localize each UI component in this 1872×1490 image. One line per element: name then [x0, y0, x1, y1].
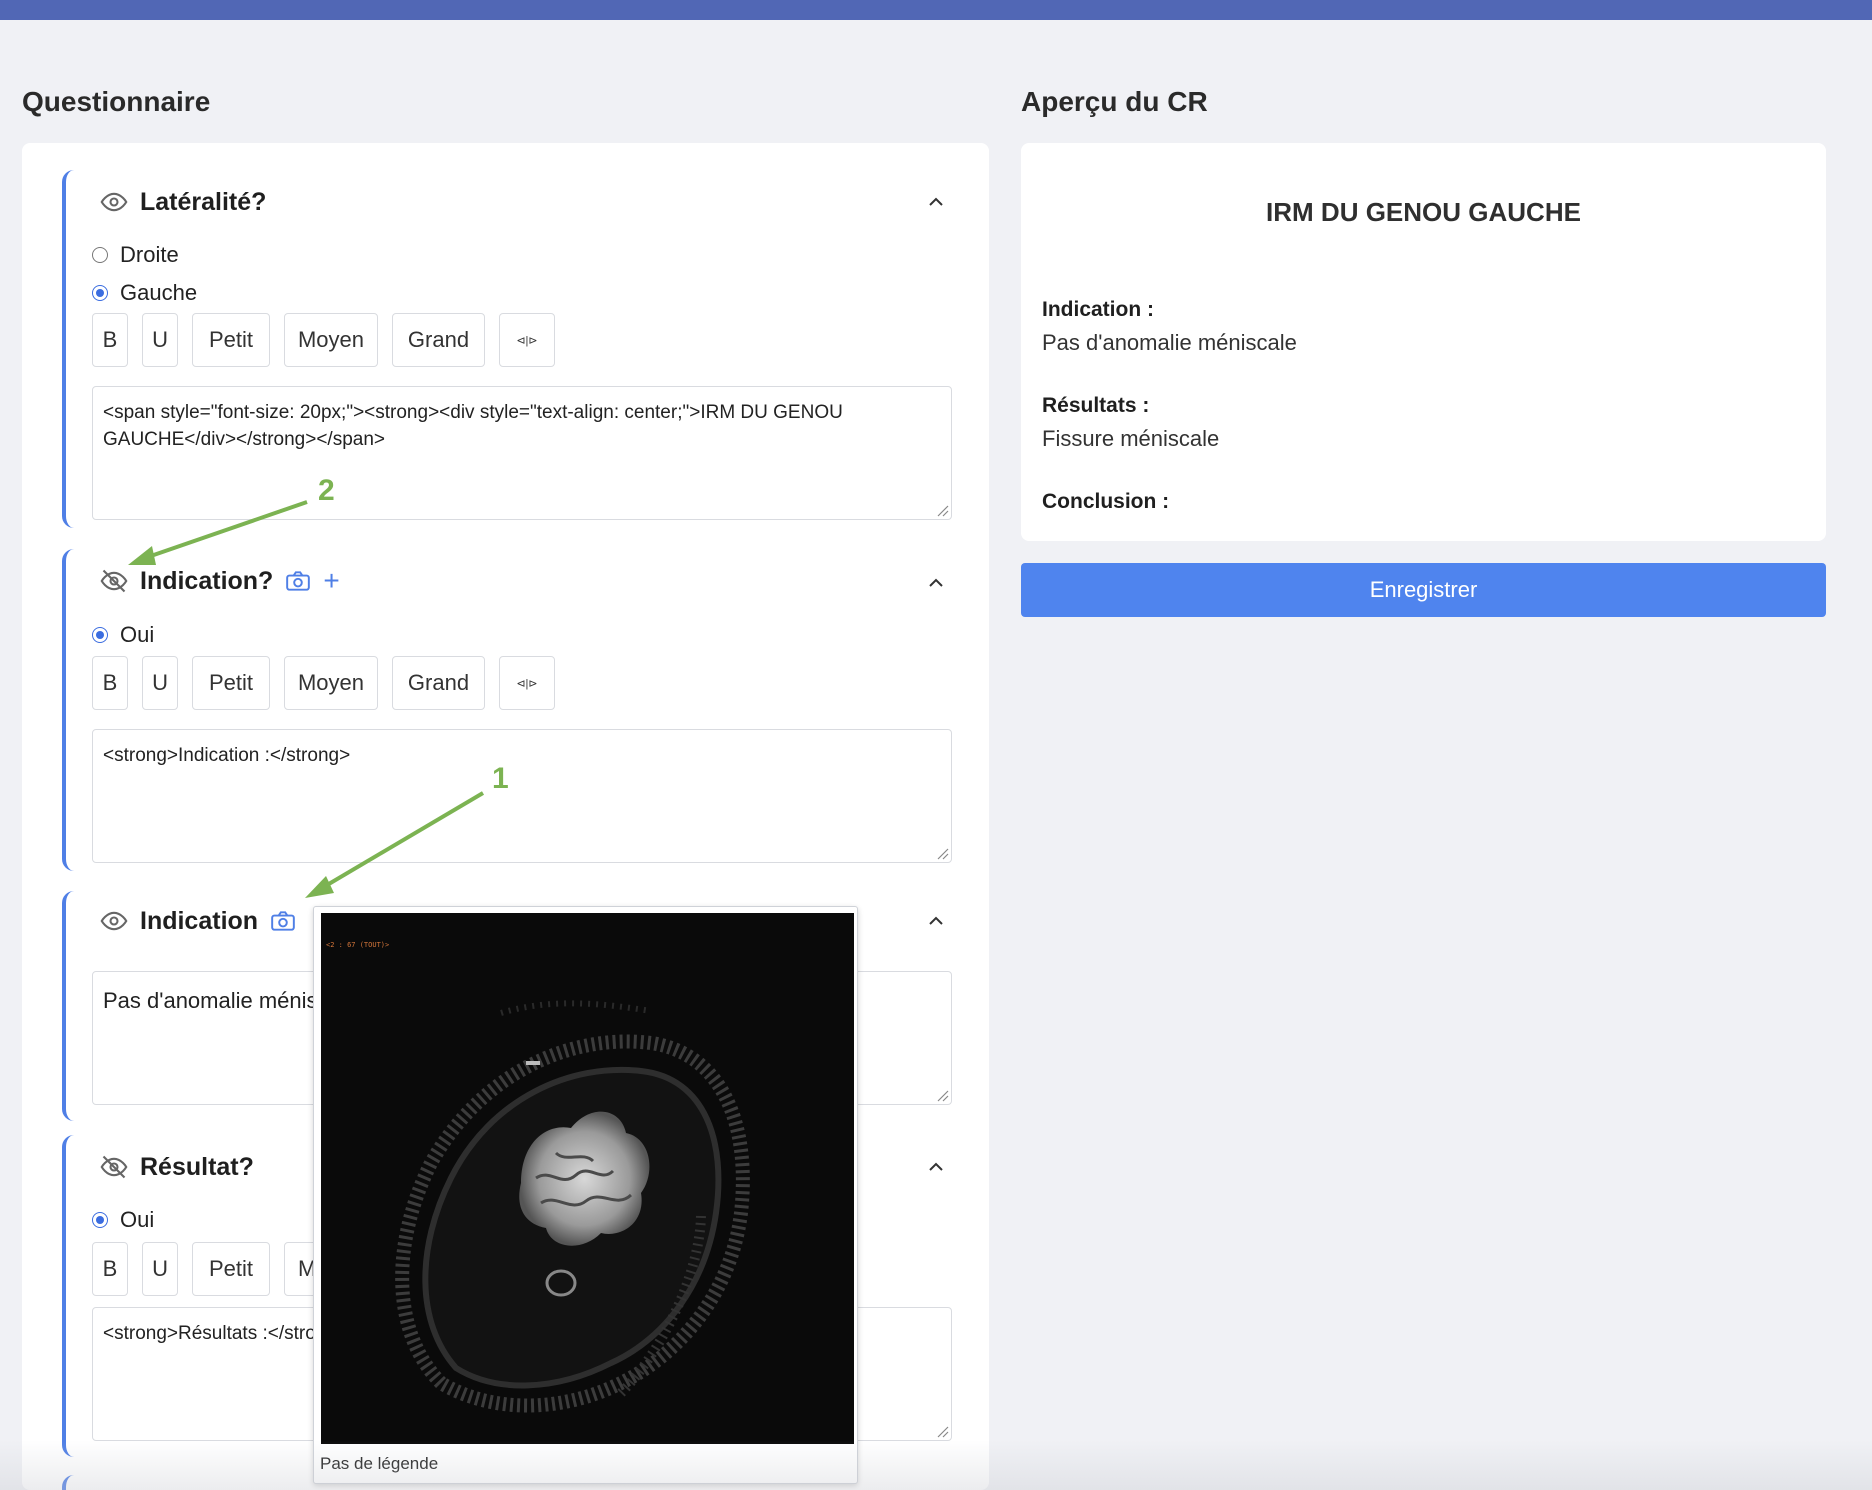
- template-textarea[interactable]: <span style="font-size: 20px;"><strong><…: [92, 386, 952, 520]
- camera-icon[interactable]: [270, 908, 296, 934]
- bold-button[interactable]: B: [92, 1242, 128, 1296]
- radio-button[interactable]: [92, 247, 108, 263]
- section-header: Indication: [100, 901, 296, 941]
- eye-off-icon[interactable]: [100, 1153, 128, 1181]
- section-indication-question: Indication? + Oui B U Petit Moyen Grand …: [62, 549, 972, 871]
- section-title: Indication: [140, 906, 259, 935]
- top-bar: [0, 0, 1872, 20]
- medium-size-button[interactable]: Moyen: [284, 313, 378, 367]
- radio-label: Oui: [120, 622, 155, 647]
- radio-button[interactable]: [92, 627, 108, 643]
- save-button[interactable]: Enregistrer: [1021, 563, 1826, 617]
- chevron-up-icon[interactable]: [926, 911, 946, 931]
- resize-handle-icon[interactable]: [933, 844, 949, 860]
- format-toolbar: B U Petit Moyen Grand ⊲|⊳: [92, 656, 555, 710]
- resize-handle-icon[interactable]: [933, 501, 949, 517]
- resize-handle-icon[interactable]: [933, 1422, 949, 1438]
- chevron-up-icon[interactable]: [926, 573, 946, 593]
- medium-size-button[interactable]: Moyen: [284, 656, 378, 710]
- radio-option-gauche[interactable]: Gauche: [92, 280, 197, 306]
- large-size-button[interactable]: Grand: [392, 313, 485, 367]
- report-label-indication: Indication :: [1042, 298, 1154, 321]
- radio-button[interactable]: [92, 1212, 108, 1228]
- textarea-content: <span style="font-size: 20px;"><strong><…: [103, 402, 843, 450]
- textarea-content: <strong>Indication :</strong>: [103, 745, 351, 766]
- radio-option-oui[interactable]: Oui: [92, 1207, 154, 1233]
- large-size-button[interactable]: Grand: [392, 656, 485, 710]
- mri-image: <2 : 67 (TOUT)>: [321, 913, 854, 1444]
- preview-title: Aperçu du CR: [1021, 86, 1208, 117]
- section-title: Latéralité?: [140, 187, 267, 216]
- image-preview-popup: <2 : 67 (TOUT)> Pas de légende: [313, 906, 858, 1484]
- small-size-button[interactable]: Petit: [192, 656, 270, 710]
- eye-icon[interactable]: [100, 188, 128, 216]
- small-size-button[interactable]: Petit: [192, 1242, 270, 1296]
- camera-icon[interactable]: [285, 568, 311, 594]
- eye-off-icon[interactable]: [100, 567, 128, 595]
- underline-button[interactable]: U: [142, 1242, 178, 1296]
- radio-label: Droite: [120, 242, 179, 267]
- annotation-label-2: 2: [318, 474, 335, 507]
- small-size-button[interactable]: Petit: [192, 313, 270, 367]
- underline-button[interactable]: U: [142, 313, 178, 367]
- section-lateralite: Latéralité? Droite Gauche B U Petit Moye…: [62, 170, 972, 528]
- align-center-button[interactable]: ⊲|⊳: [499, 656, 555, 710]
- report-preview-card: IRM DU GENOU GAUCHE Indication : Pas d'a…: [1021, 143, 1826, 541]
- format-toolbar: B U Petit Moyen Grand ⊲|⊳: [92, 313, 555, 367]
- annotation-label-1: 1: [492, 762, 509, 795]
- template-textarea[interactable]: <strong>Indication :</strong>: [92, 729, 952, 863]
- image-caption: Pas de légende: [320, 1454, 439, 1473]
- section-header: Latéralité?: [100, 182, 266, 222]
- chevron-up-icon[interactable]: [926, 1157, 946, 1177]
- radio-label: Gauche: [120, 280, 198, 305]
- section-header: Indication? +: [100, 561, 340, 601]
- report-title: IRM DU GENOU GAUCHE: [1266, 197, 1581, 227]
- radio-label: Oui: [120, 1207, 155, 1232]
- underline-button[interactable]: U: [142, 656, 178, 710]
- report-text-resultats: Fissure méniscale: [1042, 426, 1220, 451]
- report-label-conclusion: Conclusion :: [1042, 490, 1170, 513]
- mri-scan-graphic: [395, 1000, 750, 1413]
- questionnaire-title: Questionnaire: [22, 86, 211, 117]
- bold-button[interactable]: B: [92, 656, 128, 710]
- bold-button[interactable]: B: [92, 313, 128, 367]
- radio-option-oui[interactable]: Oui: [92, 622, 154, 648]
- radio-option-droite[interactable]: Droite: [92, 242, 179, 268]
- chevron-up-icon[interactable]: [926, 192, 946, 212]
- resize-handle-icon[interactable]: [933, 1086, 949, 1102]
- align-center-button[interactable]: ⊲|⊳: [499, 313, 555, 367]
- add-button[interactable]: +: [323, 567, 339, 595]
- eye-icon[interactable]: [100, 907, 128, 935]
- report-label-resultats: Résultats :: [1042, 394, 1150, 417]
- section-title: Résultat?: [140, 1152, 254, 1181]
- section-header: Résultat?: [100, 1147, 254, 1187]
- report-text-indication: Pas d'anomalie méniscale: [1042, 330, 1297, 355]
- section-title: Indication?: [140, 566, 274, 595]
- textarea-content: <strong>Résultats :</strong>: [103, 1323, 349, 1344]
- radio-button[interactable]: [92, 285, 108, 301]
